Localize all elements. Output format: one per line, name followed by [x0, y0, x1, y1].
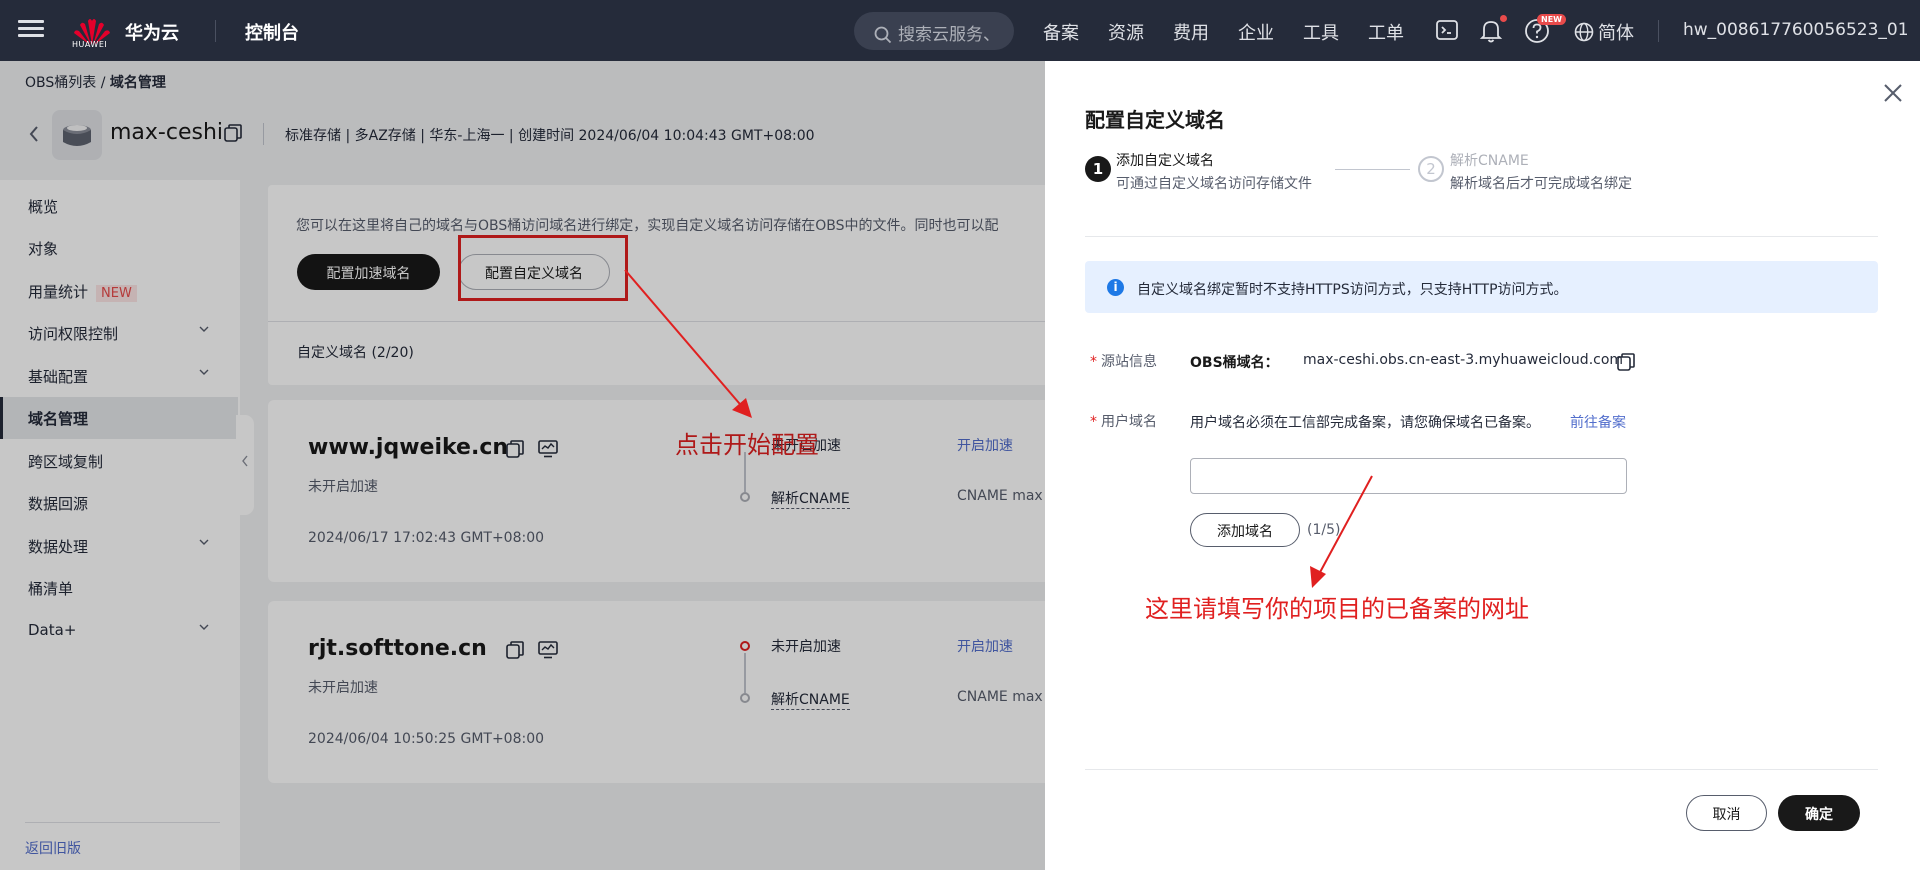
step-connector [1335, 169, 1410, 170]
divider [1085, 236, 1878, 237]
step-2-description: 解析域名后才可完成域名绑定 [1450, 176, 1632, 192]
close-icon[interactable] [1883, 83, 1903, 103]
nav-billing[interactable]: 费用 [1173, 19, 1209, 45]
confirm-button[interactable]: 确定 [1778, 795, 1860, 831]
modal-backdrop[interactable] [0, 61, 1045, 870]
terminal-icon[interactable] [1435, 18, 1459, 42]
user-domain-text: 用户域名 [1101, 414, 1157, 430]
go-to-filing-link[interactable]: 前往备案 [1570, 412, 1626, 432]
info-text: 自定义域名绑定暂时不支持HTTPS访问方式，只支持HTTP访问方式。 [1137, 282, 1568, 298]
divider [1085, 769, 1878, 770]
drawer-title: 配置自定义域名 [1085, 108, 1225, 132]
console-link[interactable]: 控制台 [245, 19, 299, 45]
step-1-description: 可通过自定义域名访问存储文件 [1116, 176, 1312, 192]
obs-domain-label: OBS桶域名： [1190, 355, 1279, 371]
nav-resources[interactable]: 资源 [1108, 19, 1144, 45]
info-icon: i [1107, 279, 1124, 296]
nav-filing[interactable]: 备案 [1043, 19, 1079, 45]
search-placeholder: 搜索云服务、 [898, 25, 1000, 45]
annotation-fill-registered-url: 这里请填写你的项目的已备案的网址 [1145, 595, 1529, 623]
user-domain-description: 用户域名必须在工信部完成备案，请您确保域名已备案。 [1190, 415, 1540, 431]
user-domain-label: * 用户域名 [1090, 411, 1157, 431]
bell-icon[interactable] [1479, 18, 1503, 44]
search-box[interactable]: 搜索云服务、 [854, 12, 1014, 50]
domain-count: (1/5) [1307, 522, 1341, 538]
language-label: 简体 [1598, 23, 1634, 44]
notification-dot [1500, 15, 1507, 22]
divider [1658, 20, 1659, 42]
language-switcher[interactable]: 简体 [1574, 19, 1634, 45]
nav-tools[interactable]: 工具 [1303, 19, 1339, 45]
new-badge: NEW [1537, 14, 1566, 25]
source-info-text: 源站信息 [1101, 354, 1157, 370]
divider [215, 20, 216, 42]
add-domain-button[interactable]: 添加域名 [1190, 513, 1300, 547]
nav-tickets[interactable]: 工单 [1368, 19, 1404, 45]
cancel-button[interactable]: 取消 [1686, 795, 1767, 831]
step-1-number: 1 [1085, 156, 1111, 182]
menu-icon[interactable] [18, 16, 44, 44]
required-mark: * [1090, 414, 1097, 430]
brand-name[interactable]: 华为云 [125, 19, 179, 45]
logo-text: HUAWEI [72, 40, 108, 49]
globe-icon [1574, 22, 1594, 42]
source-info-label: * 源站信息 [1090, 351, 1157, 371]
step-2-title: 解析CNAME [1450, 153, 1529, 169]
user-account[interactable]: hw_008617760056523_01 [1683, 20, 1909, 40]
required-mark: * [1090, 354, 1097, 370]
search-icon [874, 26, 892, 44]
user-domain-input[interactable] [1190, 458, 1627, 494]
top-navigation-bar: HUAWEI 华为云 控制台 搜索云服务、 备案 资源 费用 企业 工具 工单 … [0, 0, 1920, 61]
custom-domain-drawer: 配置自定义域名 1 添加自定义域名 可通过自定义域名访问存储文件 2 解析CNA… [1045, 61, 1920, 870]
obs-domain-value: max-ceshi.obs.cn-east-3.myhuaweicloud.co… [1303, 352, 1624, 368]
nav-enterprise[interactable]: 企业 [1238, 19, 1274, 45]
copy-icon[interactable] [1617, 353, 1635, 371]
step-1-title: 添加自定义域名 [1116, 153, 1214, 169]
step-2-number: 2 [1418, 156, 1444, 182]
